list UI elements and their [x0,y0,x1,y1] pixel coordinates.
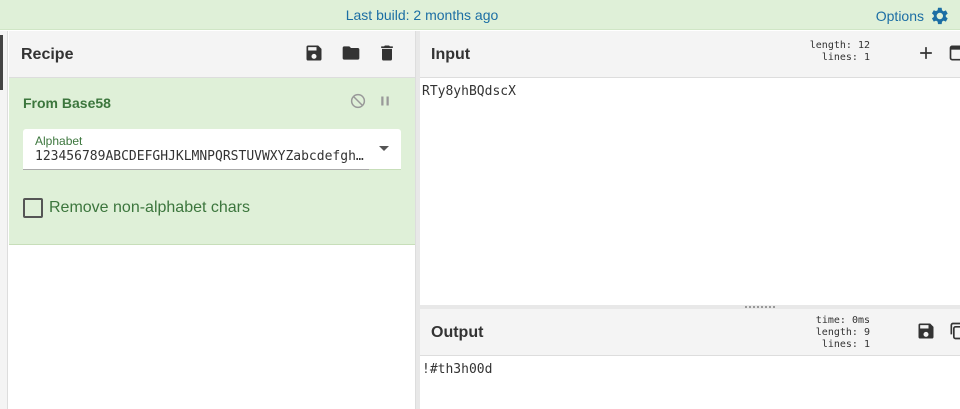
copy-icon [950,322,960,340]
output-panel: Output time: 0ms length: 9 lines: 1 !#th… [420,309,960,409]
alphabet-label: Alphabet [35,134,83,148]
recipe-panel: Recipe From Base58 Alphabet 123456789ABC… [9,31,416,409]
save-recipe-button[interactable] [303,42,325,64]
load-recipe-button[interactable] [340,42,362,64]
options-label: Options [875,8,924,24]
input-panel: Input length: 12 lines: 1 RTy8yhBQdscX [420,31,960,305]
output-header: Output time: 0ms length: 9 lines: 1 [420,309,960,356]
resize-grip[interactable] [745,306,775,308]
lines-label: lines: [821,339,858,350]
save-icon [918,323,934,339]
alphabet-value[interactable]: 123456789ABCDEFGHJKLMNPQRSTUVWXYZabcdefg… [35,149,365,164]
open-folder-button[interactable] [948,42,960,64]
input-title: Input [431,46,471,63]
plus-icon [920,47,932,59]
clear-recipe-button[interactable] [376,42,398,64]
disable-operation-button[interactable] [349,92,367,110]
folder-icon [342,46,360,60]
add-input-tab-button[interactable] [915,42,937,64]
window-icon [949,45,960,61]
output-text[interactable]: !#th3h00d [422,362,492,377]
length-value: 12 [857,40,870,51]
input-text[interactable]: RTy8yhBQdscX [422,84,516,99]
input-header: Input length: 12 lines: 1 [420,31,960,78]
trash-icon [381,45,393,61]
gear-icon [931,7,948,25]
chevron-down-icon[interactable] [379,146,389,151]
time-value: 0ms [851,315,870,326]
top-banner: Last build: 2 months ago Options [0,0,960,30]
lines-label: lines: [821,52,858,63]
output-stats: time: 0ms length: 9 lines: 1 [806,315,870,351]
operation-title: From Base58 [23,95,111,111]
lines-value: 1 [863,52,870,63]
pause-icon [381,96,389,106]
output-title: Output [431,324,484,341]
save-output-button[interactable] [915,320,937,342]
last-build-notice: Last build: 2 months ago [345,7,499,23]
pause-operation-button[interactable] [376,92,394,110]
length-label: length: [815,327,858,338]
remove-non-alphabet-checkbox[interactable]: Remove non-alphabet chars [23,198,250,218]
time-label: time: [815,315,846,326]
copy-output-button[interactable] [948,320,960,342]
field-underline [23,169,369,170]
save-icon [306,45,322,61]
input-stats: length: 12 lines: 1 [806,40,870,64]
length-value: 9 [863,327,870,338]
length-label: length: [809,40,852,51]
lines-value: 1 [863,339,870,350]
recipe-header: Recipe [9,31,415,78]
disable-icon [350,93,366,109]
operations-panel-edge [0,31,8,409]
scrollbar[interactable] [0,35,3,90]
checkbox-label: Remove non-alphabet chars [49,199,251,216]
checkbox-box[interactable] [23,198,43,218]
recipe-title: Recipe [21,46,74,63]
operation-from-base58[interactable]: From Base58 Alphabet 123456789ABCDEFGHJK… [9,78,415,245]
alphabet-select[interactable]: Alphabet 123456789ABCDEFGHJKLMNPQRSTUVWX… [23,129,401,170]
options-button[interactable]: Options [876,5,950,27]
